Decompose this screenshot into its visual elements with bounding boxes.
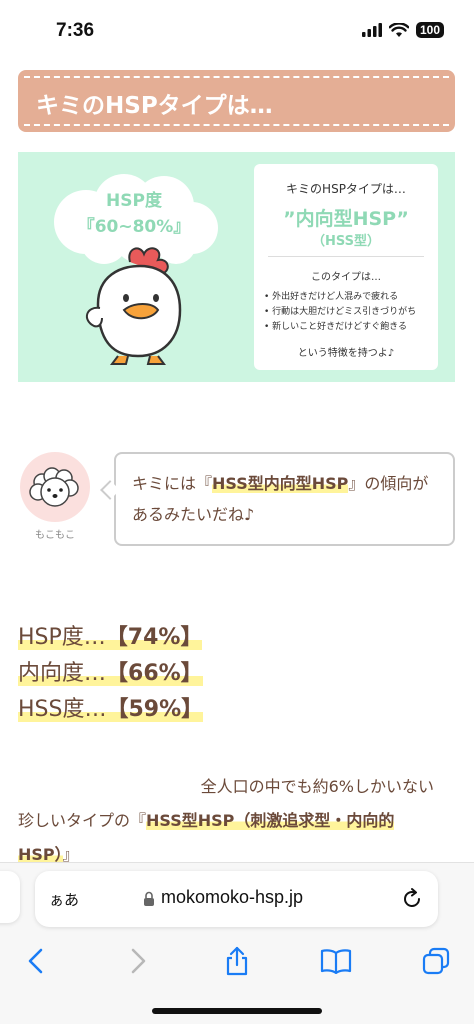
- result-card: HSP度 『60~80%』 キミのHSPタイプは… ”内向型HSP” （HSS型…: [18, 152, 455, 382]
- stat-label: 内向度…: [18, 661, 107, 686]
- stat-value: 【59%】: [106, 697, 204, 722]
- bookmarks-button[interactable]: [318, 943, 354, 979]
- cellular-signal-icon: [361, 23, 382, 37]
- page-title: キミのHSPタイプは…: [36, 93, 273, 119]
- address-bar[interactable]: ぁあ mokomoko-hsp.jp: [35, 871, 438, 927]
- stats-list: HSP度…【74%】 内向度…【66%】 HSS度…【59%】: [18, 620, 204, 728]
- previous-tab-preview[interactable]: [0, 871, 20, 923]
- description-paragraph: 全人口の中でも約6%しかいない 珍しいタイプの『HSS型HSP（刺激追求型・内向…: [18, 770, 438, 872]
- reload-icon[interactable]: [400, 887, 424, 911]
- paragraph-line-1: 全人口の中でも約6%しかいない: [200, 777, 434, 796]
- speech-bubble: キミには『HSS型内向型HSP』の傾向があるみたいだね♪: [114, 452, 455, 546]
- status-time: 7:36: [56, 20, 95, 41]
- stat-hsp: HSP度…【74%】: [18, 620, 203, 656]
- trait-item: 行動は大胆だけどミス引きづりがち: [264, 305, 416, 320]
- avatar-name: もこもこ: [35, 530, 75, 541]
- stat-label: HSS度…: [18, 697, 107, 722]
- browser-bottom-bar: ぁあ mokomoko-hsp.jp: [0, 862, 474, 1024]
- stat-label: HSP度…: [18, 625, 106, 650]
- hsp-degree-label: HSP度 『60~80%』: [46, 188, 222, 240]
- page-settings-button[interactable]: ぁあ: [49, 889, 79, 910]
- type-info-box: キミのHSPタイプは… ”内向型HSP” （HSS型） このタイプは… 外出好き…: [254, 164, 438, 370]
- tabs-button[interactable]: [418, 943, 454, 979]
- wifi-icon: [388, 22, 409, 37]
- stat-introvert: 内向度…【66%】: [18, 656, 203, 692]
- stat-value: 【66%】: [106, 661, 203, 686]
- tabs-icon: [422, 947, 450, 975]
- hsp-type-name: ”内向型HSP”: [283, 208, 409, 230]
- title-banner: キミのHSPタイプは…: [18, 70, 455, 132]
- share-button[interactable]: [219, 943, 255, 979]
- book-icon: [320, 949, 352, 974]
- info-lead: このタイプは…: [311, 272, 381, 283]
- info-foot: という特徴を持つよ♪: [297, 348, 395, 359]
- share-icon: [226, 946, 248, 976]
- stat-hss: HSS度…【59%】: [18, 692, 204, 728]
- lock-icon: [144, 891, 154, 906]
- paragraph-line-2-before: 珍しいタイプの『: [18, 811, 147, 830]
- dog-avatar-icon: [29, 467, 79, 507]
- avatar: [20, 452, 90, 522]
- hsp-type-sub: （HSS型）: [311, 234, 381, 249]
- info-divider: [268, 256, 424, 257]
- url-text[interactable]: mokomoko-hsp.jp: [161, 887, 303, 908]
- trait-list: 外出好きだけど人混みで疲れる 行動は大胆だけどミス引きづりがち 新しいこと好きだ…: [264, 290, 416, 335]
- info-box-title: キミのHSPタイプは…: [286, 182, 406, 196]
- back-button[interactable]: [18, 943, 54, 979]
- forward-button[interactable]: [120, 943, 156, 979]
- chevron-left-icon: [28, 948, 43, 974]
- banner-dash-top: [24, 76, 449, 78]
- chevron-right-icon: [131, 948, 146, 974]
- cloud-line-1: HSP度: [106, 191, 162, 211]
- cloud-line-2: 『60~80%』: [77, 217, 191, 237]
- speech-text: キミには『HSS型内向型HSP』の傾向があるみたいだね♪: [132, 468, 432, 530]
- battery-indicator: 100: [415, 22, 444, 38]
- status-bar: 7:36 100: [0, 0, 474, 62]
- speech-highlight: HSS型内向型HSP: [212, 474, 349, 493]
- trait-item: 新しいこと好きだけどすぐ飽きる: [264, 320, 416, 335]
- speech-text-before: キミには『: [132, 474, 213, 493]
- chicken-mascot-illustration: [85, 247, 182, 365]
- banner-dash-bottom: [24, 124, 449, 126]
- trait-item: 外出好きだけど人混みで疲れる: [264, 290, 416, 305]
- home-indicator: [152, 1008, 322, 1014]
- status-icons: 100: [361, 22, 444, 38]
- stat-value: 【74%】: [105, 625, 203, 650]
